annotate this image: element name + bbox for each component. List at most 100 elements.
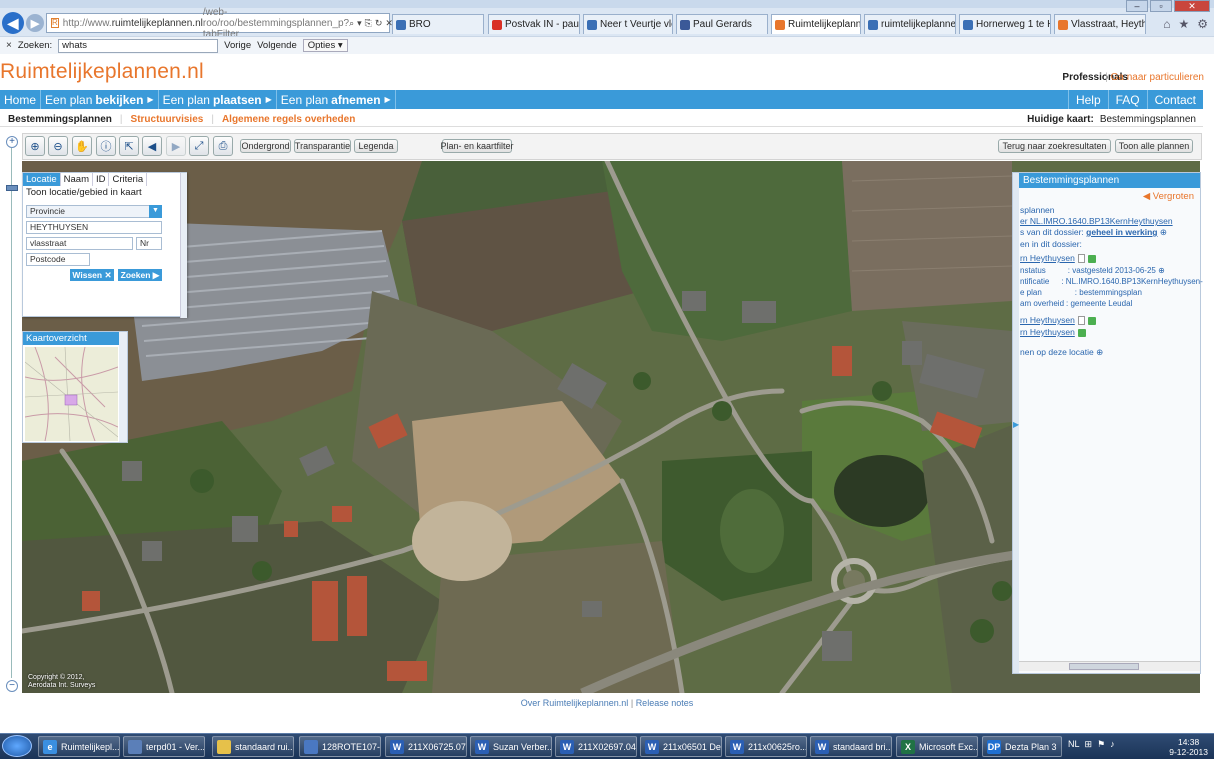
forward-button[interactable]: ▶ [26,14,44,32]
zoom-in-icon[interactable]: ⊕ [25,136,45,156]
expand-icon[interactable]: ⊕ [1160,227,1167,237]
browser-tab[interactable]: Neer t Veurtje vleerm... [583,14,673,34]
home-icon[interactable]: ⌂ [1163,17,1170,31]
document-icon[interactable] [1077,254,1085,264]
search-panel-collapse[interactable] [180,173,187,318]
taskbar-button[interactable]: W 211x00625ro... [725,736,807,757]
nav-plan-afnemen[interactable]: Een plan afnemen ▶ [277,90,396,109]
back-button[interactable]: ◀ [2,12,24,34]
zoom-slider-handle[interactable] [6,185,18,191]
language-indicator[interactable]: NL [1068,739,1080,750]
print-icon[interactable]: ⎙ [213,136,233,156]
close-icon[interactable]: ✕ [1174,0,1210,12]
huisnummer-input[interactable]: Nr [136,237,162,250]
taskbar-button[interactable]: 128ROTE107-... [299,736,381,757]
toon-alle-plannen-button[interactable]: Toon alle plannen [1115,139,1193,153]
zoom-plus-icon[interactable]: + [6,136,18,148]
zoom-out-icon[interactable]: ⊖ [48,136,68,156]
maximize-icon[interactable]: ▫ [1150,0,1172,12]
previous-extent-icon[interactable]: ◀ [142,136,162,156]
address-bar[interactable]: R http://www. ruimtelijkeplannen.nl/web-r… [46,7,393,40]
zoom-minus-icon[interactable]: − [6,680,18,692]
transparantie-button[interactable]: Transparantie [294,139,351,153]
plan-link-1[interactable]: rn Heythuysen [1020,253,1096,264]
browser-tab[interactable]: Postvak IN - paul.ger... [488,14,580,34]
taskbar-button[interactable]: terpd01 - Ver... [123,736,205,757]
start-button[interactable] [2,735,32,757]
straat-input[interactable]: vlasstraat [26,237,133,250]
horizontal-scrollbar[interactable] [1019,661,1200,671]
expand-icon[interactable]: ⊕ [1158,266,1165,275]
browser-tab[interactable]: Vlasstraat, Heythuys... [1054,14,1146,34]
chevron-down-icon[interactable]: ▼ [149,205,162,218]
taskbar-button[interactable]: e Ruimtelijkepl... [38,736,120,757]
plan-link-3[interactable]: rn Heythuysen [1020,327,1086,337]
nav-help[interactable]: Help [1067,90,1108,109]
flag-icon[interactable]: ⚑ [1097,739,1105,750]
info-icon[interactable]: ⓘ [96,136,116,156]
taskbar-button[interactable]: standaard rui... [212,736,294,757]
browser-tab[interactable]: Ruimtelijkeplanne...✕ [771,14,861,34]
find-input[interactable]: whats [58,38,219,53]
legenda-button[interactable]: Legenda [354,139,398,153]
scrollbar-thumb[interactable] [1069,663,1139,670]
dossier-link[interactable]: er NL.IMRO.1640.BP13KernHeythuysen [1020,216,1173,226]
nav-plan-bekijken[interactable]: Een plan bekijken ▶ [41,90,159,109]
find-previous-button[interactable]: Vorige [224,40,251,51]
plan-link-2[interactable]: rn Heythuysen [1020,315,1096,326]
site-logo[interactable]: Ruimtelijkeplannen.nl [0,60,204,84]
settings-gear-icon[interactable]: ⚙ [1197,17,1208,31]
subnav-algemene-regels[interactable]: Algemene regels overheden [214,114,363,125]
subnav-bestemmingsplannen[interactable]: Bestemmingsplannen [0,114,120,125]
plan-kaartfilter-button[interactable]: Plan- en kaartfilter [440,139,514,153]
subnav-structuurvisies[interactable]: Structuurvisies [123,114,212,125]
clock[interactable]: 14:38 9-12-2013 [1169,737,1208,757]
taskbar-button[interactable]: W 211X02697.04... [555,736,637,757]
compat-icon[interactable]: ⎘ [365,18,372,29]
terug-zoekresultaten-button[interactable]: Terug naar zoekresultaten [998,139,1111,153]
measure-icon[interactable]: ⇱ [119,136,139,156]
ondergrond-button[interactable]: Ondergrond [240,139,291,153]
browser-tab[interactable]: Hornerweg 1 te Hael... [959,14,1051,34]
browser-tab[interactable]: Paul Gerards [676,14,768,34]
taskbar-button[interactable]: Wstandaard bri... [810,736,892,757]
favorites-icon[interactable]: ★ [1178,17,1189,31]
nav-faq[interactable]: FAQ [1107,90,1147,109]
nav-contact[interactable]: Contact [1146,90,1203,109]
minimize-icon[interactable]: – [1126,0,1148,12]
taskbar-button[interactable]: W 211x06501 De... [640,736,722,757]
nav-home[interactable]: Home [0,90,42,109]
document-icon[interactable] [1077,316,1085,326]
about-link[interactable]: Over Ruimtelijkeplannen.nl [521,698,629,708]
release-notes-link[interactable]: Release notes [636,698,694,708]
postcode-input[interactable]: Postcode [26,253,90,266]
overview-collapse[interactable] [119,332,127,442]
wissen-button[interactable]: Wissen ✕ [70,269,114,281]
next-extent-icon[interactable]: ▶ [166,136,186,156]
chevron-right-icon[interactable]: ▶ [1013,420,1019,429]
refresh-icon[interactable]: ↻ [375,18,383,29]
nav-plan-plaatsen[interactable]: Een plan plaatsen ▶ [159,90,277,109]
find-next-button[interactable]: Volgende [257,40,297,51]
taskbar-button[interactable]: DP Dezta Plan 3 [982,736,1062,757]
search-icon[interactable]: ⌕ [349,18,354,29]
find-close-button[interactable]: × [6,40,12,51]
tab-id[interactable]: ID [93,173,110,186]
expand-icon[interactable]: ⊕ [1096,347,1103,357]
browser-tab[interactable]: ruimtelijkeplannen.nl [864,14,956,34]
taskbar-button[interactable]: X Microsoft Exc... [896,736,978,757]
full-extent-icon[interactable]: ⤢ [189,136,209,156]
tab-criteria[interactable]: Criteria [109,173,148,186]
tab-naam[interactable]: Naam [61,173,93,186]
browser-tab[interactable]: BRO [392,14,484,34]
provincie-select[interactable]: Provincie [26,205,162,218]
taskbar-button[interactable]: W Suzan Verber... [470,736,552,757]
zoom-slider[interactable]: + − [5,136,19,692]
zoeken-button[interactable]: Zoeken ▶ [118,269,162,281]
volume-icon[interactable]: ♪ [1110,739,1115,750]
pan-hand-icon[interactable]: ✋ [72,136,92,156]
tab-locatie[interactable]: Locatie [23,173,61,186]
network-icon[interactable]: ⊞ [1085,739,1093,750]
find-options-button[interactable]: Opties ▾ [302,39,348,52]
particulieren-link[interactable]: | Ga naar particulieren [1105,72,1204,83]
